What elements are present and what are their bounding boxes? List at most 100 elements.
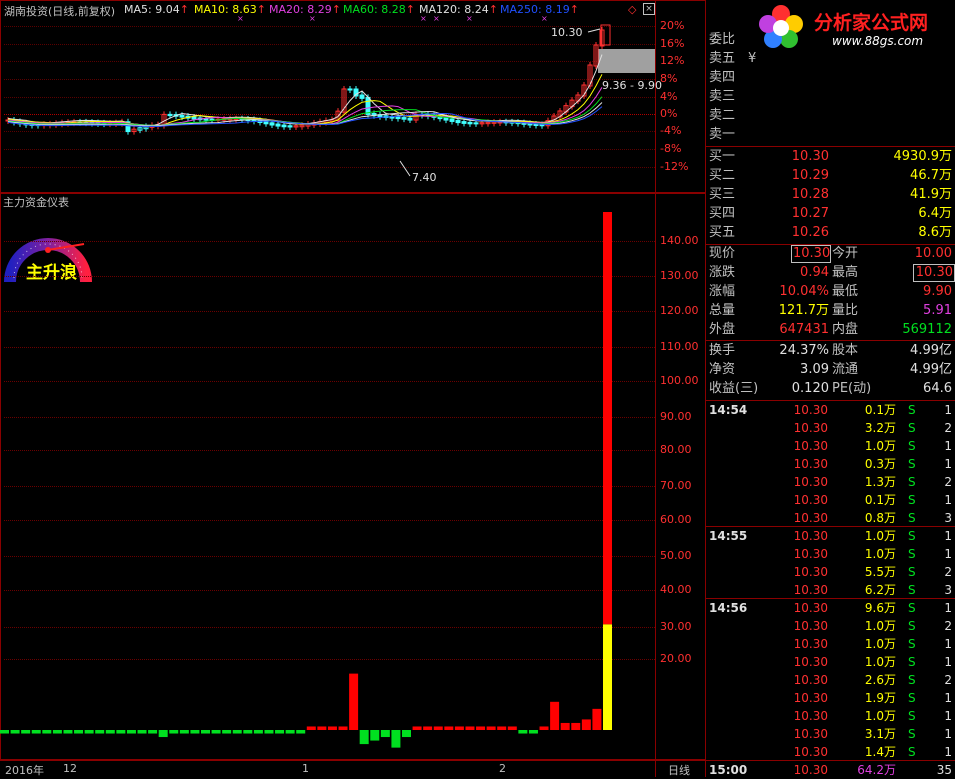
tick-row: 10.30 1.0万 S 1 <box>706 653 955 671</box>
tick-time: 14:56 <box>709 601 748 615</box>
tick-row: 10.30 1.9万 S 1 <box>706 689 955 707</box>
capital-bar <box>518 730 528 734</box>
tick-side: S <box>908 439 916 453</box>
tick-row: 10.30 1.0万 S 2 <box>706 617 955 635</box>
quote-row-pct: 涨幅 10.04% 最低 9.90 <box>706 283 955 301</box>
tick-side: S <box>908 691 916 705</box>
wei-bi-label: 委比 <box>709 32 736 47</box>
tick-side: S <box>908 547 916 561</box>
capital-bar <box>243 730 253 734</box>
tick-side: S <box>908 709 916 723</box>
capital-bar <box>63 730 73 734</box>
capital-bar <box>486 726 496 730</box>
indicator-tick-label: 40.00 <box>660 583 692 596</box>
float-value: 4.99亿 <box>910 362 952 377</box>
buy-row: 买一 10.30 4930.9万 <box>706 148 955 166</box>
capital-bar <box>84 730 94 734</box>
capital-bar <box>539 726 549 730</box>
tick-row: 15:00 10.30 64.2万 35 <box>706 761 955 779</box>
buy-price: 10.29 <box>791 168 829 183</box>
tick-price: 10.30 <box>793 745 828 759</box>
tick-price: 10.30 <box>793 709 828 723</box>
capital-bar <box>317 726 327 730</box>
candle-body <box>281 124 287 128</box>
candlestick-chart[interactable] <box>0 15 655 193</box>
separator <box>706 400 955 401</box>
tick-time: 15:00 <box>709 763 748 777</box>
float-label: 流通 <box>832 362 859 377</box>
close-icon[interactable]: × <box>643 3 655 15</box>
candle-body <box>401 117 407 120</box>
tick-volume: 0.3万 <box>864 457 896 471</box>
tick-count: 35 <box>936 763 952 777</box>
fund-row-eps: 收益(三) 0.120 PE(动) 64.6 <box>706 380 955 398</box>
capital-bar <box>169 730 179 734</box>
eps-label: 收益(三) <box>709 381 759 396</box>
candle-body <box>449 118 455 122</box>
buy-level-label: 买四 <box>709 206 736 221</box>
price-label: 现价 <box>709 246 736 261</box>
capital-bar-chart[interactable] <box>0 195 655 758</box>
tick-price: 10.30 <box>793 727 828 741</box>
turnover-label: 换手 <box>709 343 736 358</box>
capital-bar <box>137 730 147 734</box>
tick-side: S <box>908 511 916 525</box>
sell-level-label: 卖四 <box>709 70 736 85</box>
candle-body <box>467 121 473 125</box>
capital-bar <box>95 730 105 734</box>
capital-bar <box>232 730 242 734</box>
indicator-tick-label: 90.00 <box>660 410 692 423</box>
capital-bar <box>412 726 422 730</box>
capital-bar <box>581 719 591 730</box>
tick-count: 2 <box>944 619 952 633</box>
buy-price: 10.26 <box>791 225 829 240</box>
period-label[interactable]: 日线 <box>668 762 690 778</box>
tick-volume: 0.8万 <box>864 511 896 525</box>
tick-price: 10.30 <box>793 619 828 633</box>
tick-count: 1 <box>944 601 952 615</box>
tick-side: S <box>908 457 916 471</box>
fund-row-turnover: 换手 24.37% 股本 4.99亿 <box>706 342 955 360</box>
pct-label: 涨幅 <box>709 284 736 299</box>
tick-count: 3 <box>944 583 952 597</box>
date-month-1: 1 <box>302 762 309 775</box>
price-value: 10.30 <box>791 245 831 263</box>
high-value: 10.30 <box>913 264 955 282</box>
buy-row: 买三 10.28 41.9万 <box>706 186 955 204</box>
sell-row: 卖五 ¥ <box>706 50 955 68</box>
sell-level-label: 卖三 <box>709 89 736 104</box>
candle-body <box>191 116 197 120</box>
tick-volume: 1.0万 <box>864 709 896 723</box>
capital-bar <box>296 730 306 734</box>
candle-body <box>455 119 461 124</box>
pct-tick-label: 4% <box>660 90 678 103</box>
buy-row: 买四 10.27 6.4万 <box>706 205 955 223</box>
capital-bar <box>253 730 263 734</box>
candle-body <box>473 122 479 125</box>
indicator-tick-label: 140.00 <box>660 234 699 247</box>
capital-bar <box>349 673 359 730</box>
tick-count: 1 <box>944 655 952 669</box>
capital-bar <box>10 730 20 734</box>
sell-level-label: 卖一 <box>709 127 736 142</box>
tick-count: 1 <box>944 439 952 453</box>
low-value: 9.90 <box>923 284 952 299</box>
tick-row: 10.30 1.0万 S 1 <box>706 437 955 455</box>
capital-bar <box>550 701 560 730</box>
tick-volume: 1.0万 <box>864 529 896 543</box>
date-axis: 2016年 12 1 2 日线 <box>0 760 706 778</box>
range-price-label: 9.36 - 9.90 <box>602 79 662 92</box>
ma-line <box>7 87 603 126</box>
indicator-tick-label: 30.00 <box>660 620 692 633</box>
pct-tick-label: 20% <box>660 19 685 32</box>
capital-bar <box>211 730 221 734</box>
turnover-value: 24.37% <box>779 343 829 358</box>
volratio-value: 5.91 <box>923 303 952 318</box>
capital-bar <box>21 730 31 734</box>
tick-count: 1 <box>944 691 952 705</box>
separator <box>706 340 955 341</box>
buy-level-label: 买二 <box>709 168 736 183</box>
separator <box>706 526 955 527</box>
pe-label: PE(动) <box>832 381 872 396</box>
capital-bar <box>201 730 210 734</box>
